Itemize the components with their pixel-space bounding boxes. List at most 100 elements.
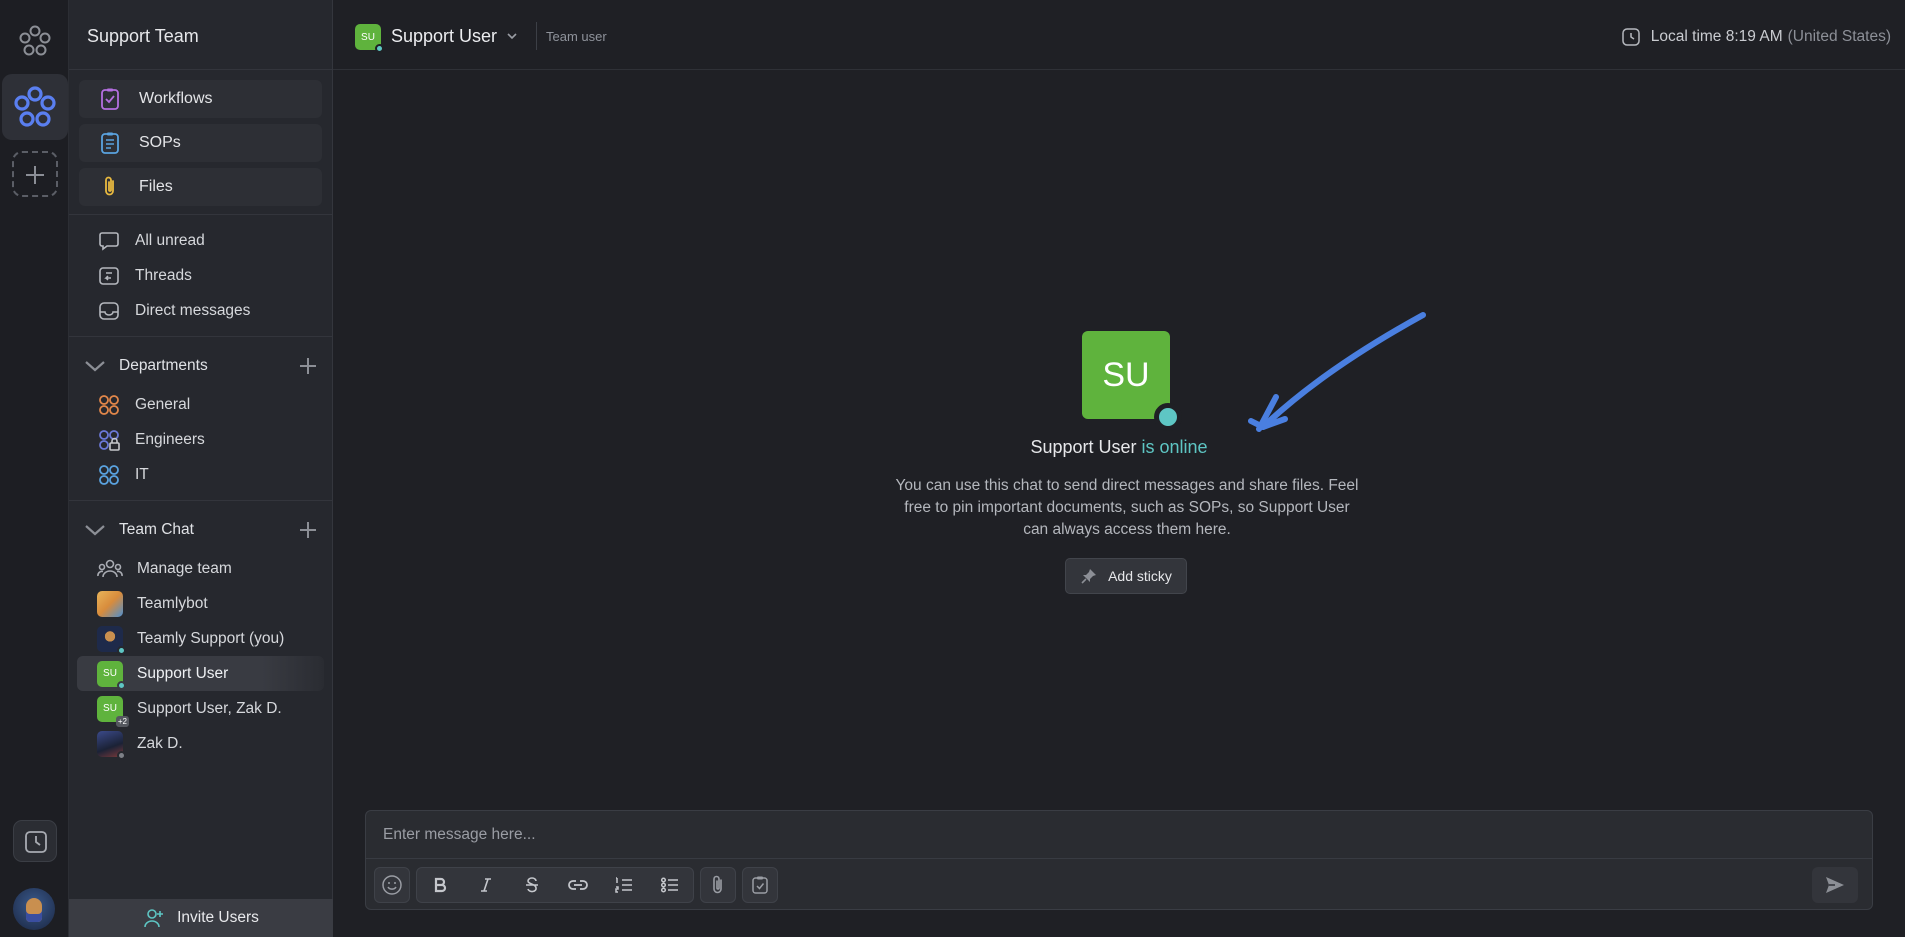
invite-users-button[interactable]: Invite Users	[69, 899, 333, 937]
chevron-down-icon	[83, 518, 107, 542]
header-user-avatar[interactable]: SU	[355, 24, 384, 53]
department-label: Engineers	[135, 430, 205, 448]
sidebar-divider	[69, 500, 332, 501]
strikethrough-button[interactable]	[509, 868, 555, 902]
presence-line: Support User is online	[333, 437, 1905, 458]
profile-name: Support User	[1030, 437, 1137, 457]
chat-header: SU Support User Team user Local time 8:1…	[333, 0, 1905, 70]
chat-bubble-icon	[97, 229, 121, 253]
member-label: Support User, Zak D.	[137, 699, 282, 717]
department-label: IT	[135, 465, 149, 483]
attach-group	[700, 867, 736, 903]
workspace-rail	[0, 0, 69, 937]
text-format-group	[416, 867, 694, 903]
workspace-title[interactable]: Support Team	[69, 0, 332, 70]
online-status-dot	[1154, 403, 1182, 431]
offline-status-dot	[117, 750, 126, 760]
add-workspace-button[interactable]	[12, 151, 58, 197]
message-input[interactable]	[366, 811, 1872, 859]
nav-direct-messages[interactable]: Direct messages	[69, 293, 332, 328]
message-composer	[365, 810, 1873, 910]
team-chat-zak[interactable]: Zak D.	[69, 726, 332, 761]
local-time-text: Local time 8:19 AM	[1650, 28, 1783, 45]
group-locked-icon	[97, 428, 121, 452]
quick-link-workflows[interactable]: Workflows	[79, 80, 322, 118]
clock-icon	[1622, 28, 1640, 46]
avatar-initials: SU	[361, 31, 375, 43]
inbox-icon	[97, 299, 121, 323]
link-button[interactable]	[555, 868, 601, 902]
emoji-button[interactable]	[375, 868, 409, 902]
member-label: Teamly Support (you)	[137, 629, 285, 647]
department-label: General	[135, 395, 191, 413]
profile-avatar-large[interactable]: SU	[1082, 331, 1182, 431]
add-task-button[interactable]	[743, 868, 777, 902]
group-icon	[97, 393, 121, 417]
task-group	[742, 867, 778, 903]
add-chat-icon[interactable]	[300, 522, 316, 538]
section-title: Team Chat	[119, 521, 194, 538]
quick-link-label: SOPs	[139, 134, 181, 151]
add-sticky-button[interactable]: Add sticky	[1065, 558, 1187, 594]
member-label: Teamlybot	[137, 594, 208, 612]
bullet-list-icon	[660, 877, 678, 893]
team-chat-manage-team[interactable]: Manage team	[69, 551, 332, 586]
quick-link-sops[interactable]: SOPs	[79, 124, 322, 162]
avatar-initials: SU	[103, 668, 117, 679]
workspace-logo-icon	[14, 86, 56, 127]
header-user-name[interactable]: Support User	[391, 26, 497, 47]
department-it[interactable]: IT	[69, 457, 332, 492]
avatar-initials: SU	[103, 703, 117, 714]
recent-clock-button[interactable]	[13, 820, 57, 862]
bold-button[interactable]	[417, 868, 463, 902]
add-user-icon	[144, 909, 164, 928]
send-button[interactable]	[1812, 867, 1858, 903]
department-general[interactable]: General	[69, 387, 332, 422]
member-label: Zak D.	[137, 734, 183, 752]
zak-avatar	[97, 730, 126, 760]
italic-icon	[481, 878, 491, 892]
people-icon	[97, 556, 123, 582]
support-user-avatar: SU	[97, 660, 126, 690]
section-title: Departments	[119, 357, 208, 374]
bold-icon	[434, 877, 447, 893]
numbered-list-button[interactable]	[601, 868, 647, 902]
invite-label: Invite Users	[177, 909, 259, 926]
online-status-dot	[117, 645, 126, 655]
nav-all-unread[interactable]: All unread	[69, 223, 332, 258]
team-chat-group-support-zak[interactable]: SU +2 Support User, Zak D.	[69, 691, 332, 727]
nav-threads[interactable]: Threads	[69, 258, 332, 293]
clipboard-check-icon	[752, 876, 768, 894]
team-chat-teamly-support[interactable]: Teamly Support (you)	[69, 621, 332, 656]
online-status-dot	[375, 44, 384, 53]
team-chat-header[interactable]: Team Chat	[69, 509, 332, 551]
workspace-support-team[interactable]	[2, 74, 68, 140]
sop-icon	[97, 130, 123, 156]
quick-link-files[interactable]: Files	[79, 168, 322, 206]
attach-file-button[interactable]	[701, 868, 735, 902]
departments-header[interactable]: Departments	[69, 345, 332, 387]
send-icon	[1826, 877, 1844, 893]
strikethrough-icon	[526, 877, 538, 893]
quick-link-label: Workflows	[139, 90, 213, 107]
chat-empty-state: SU Support User is online You can use th…	[333, 70, 1905, 810]
team-chat-support-user[interactable]: SU Support User	[77, 656, 324, 691]
nav-label: Threads	[135, 266, 192, 284]
italic-button[interactable]	[463, 868, 509, 902]
teamly-logo-icon[interactable]	[18, 24, 52, 58]
sticky-label: Add sticky	[1108, 568, 1172, 584]
department-engineers[interactable]: Engineers	[69, 422, 332, 457]
pin-icon	[1081, 569, 1097, 584]
add-department-icon[interactable]	[300, 358, 316, 374]
clock-icon	[25, 831, 47, 853]
my-profile-avatar[interactable]	[13, 888, 55, 930]
app-window: Support Team Workflows SOPs Files All un…	[0, 0, 1905, 937]
smiley-icon	[382, 875, 402, 895]
group-chat-avatar: SU +2	[97, 695, 129, 727]
team-chat-teamlybot[interactable]: Teamlybot	[69, 586, 332, 621]
workflow-icon	[97, 86, 123, 112]
bullet-list-button[interactable]	[647, 868, 693, 902]
chevron-down-icon[interactable]	[505, 29, 519, 43]
numbered-list-icon	[615, 877, 632, 893]
header-separator	[536, 22, 537, 50]
